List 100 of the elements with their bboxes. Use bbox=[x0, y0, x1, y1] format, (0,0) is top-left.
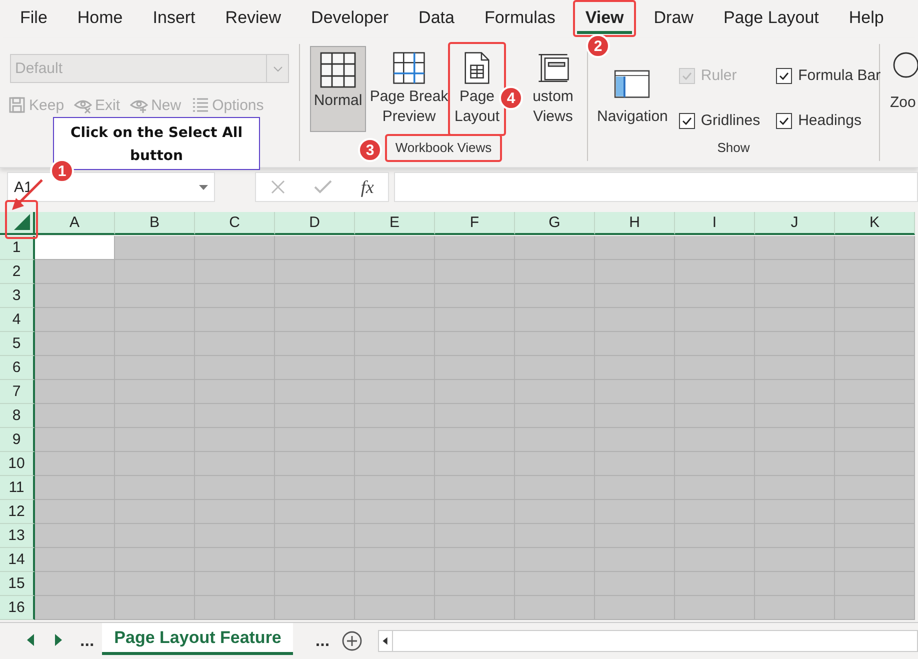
cell[interactable] bbox=[835, 284, 915, 308]
cell[interactable] bbox=[35, 380, 115, 404]
cell[interactable] bbox=[35, 284, 115, 308]
cell[interactable] bbox=[35, 596, 115, 620]
cell[interactable] bbox=[115, 236, 195, 260]
formula-input[interactable] bbox=[394, 172, 918, 202]
column-header[interactable]: H bbox=[595, 212, 675, 235]
cell[interactable] bbox=[195, 596, 275, 620]
column-header[interactable]: D bbox=[275, 212, 355, 235]
column-header[interactable]: J bbox=[755, 212, 835, 235]
cell[interactable] bbox=[115, 596, 195, 620]
view-button[interactable]: Normal bbox=[310, 46, 366, 132]
ribbon-tab[interactable]: Formulas bbox=[476, 3, 564, 34]
sheet-tab[interactable]: Page Layout Feature bbox=[102, 623, 294, 655]
ribbon-tab[interactable]: Developer bbox=[303, 3, 397, 34]
row-header[interactable]: 12 bbox=[0, 500, 35, 524]
cell[interactable] bbox=[195, 236, 275, 260]
column-header[interactable]: B bbox=[115, 212, 195, 235]
checkbox[interactable] bbox=[678, 112, 695, 128]
cell[interactable] bbox=[35, 476, 115, 500]
insert-function-button[interactable]: fx bbox=[360, 176, 374, 198]
cell[interactable] bbox=[35, 524, 115, 548]
check-icon[interactable] bbox=[314, 180, 332, 194]
cell[interactable] bbox=[835, 572, 915, 596]
row-header[interactable]: 7 bbox=[0, 380, 35, 404]
column-header[interactable]: G bbox=[515, 212, 595, 235]
cell[interactable] bbox=[835, 596, 915, 620]
cell[interactable] bbox=[595, 596, 675, 620]
cell[interactable] bbox=[275, 596, 355, 620]
more-sheets-button[interactable]: ... bbox=[307, 631, 338, 651]
cell[interactable] bbox=[755, 596, 835, 620]
column-header[interactable]: F bbox=[435, 212, 515, 235]
cell[interactable] bbox=[675, 236, 755, 260]
cell[interactable] bbox=[835, 476, 915, 500]
row-header[interactable]: 3 bbox=[0, 284, 35, 308]
row-header[interactable]: 16 bbox=[0, 596, 35, 620]
cell[interactable] bbox=[435, 596, 515, 620]
cell[interactable] bbox=[35, 428, 115, 452]
row-header[interactable]: 10 bbox=[0, 452, 35, 476]
cell[interactable] bbox=[35, 308, 115, 332]
cell[interactable] bbox=[835, 452, 915, 476]
ribbon-tab[interactable]: Data bbox=[410, 3, 462, 34]
cell[interactable] bbox=[515, 236, 595, 260]
cell[interactable] bbox=[35, 404, 115, 428]
column-header[interactable]: I bbox=[675, 212, 755, 235]
cell[interactable] bbox=[835, 524, 915, 548]
cell[interactable] bbox=[675, 596, 755, 620]
cell[interactable] bbox=[35, 452, 115, 476]
cell[interactable] bbox=[595, 236, 675, 260]
view-button[interactable]: ustom Views bbox=[524, 46, 582, 132]
select-all-button[interactable] bbox=[0, 212, 35, 235]
cell[interactable] bbox=[835, 380, 915, 404]
ribbon-tab[interactable]: Draw bbox=[646, 3, 702, 34]
cell[interactable] bbox=[835, 332, 915, 356]
row-header[interactable]: 13 bbox=[0, 524, 35, 548]
ribbon-tab[interactable]: Page Layout bbox=[715, 3, 827, 34]
cell[interactable] bbox=[35, 236, 115, 260]
row-header[interactable]: 5 bbox=[0, 332, 35, 356]
cell[interactable] bbox=[835, 308, 915, 332]
column-header[interactable]: E bbox=[355, 212, 435, 235]
column-header[interactable]: A bbox=[35, 212, 115, 235]
cell[interactable] bbox=[35, 356, 115, 380]
cell[interactable] bbox=[835, 236, 915, 260]
row-header[interactable]: 15 bbox=[0, 572, 35, 596]
ribbon-tab[interactable]: Insert bbox=[144, 3, 204, 34]
horizontal-scrollbar[interactable] bbox=[378, 630, 918, 652]
ribbon-tab[interactable]: Home bbox=[69, 3, 131, 34]
column-header[interactable]: C bbox=[195, 212, 275, 235]
scroll-right-button[interactable] bbox=[54, 634, 62, 646]
cell[interactable] bbox=[515, 596, 595, 620]
cell[interactable] bbox=[755, 236, 835, 260]
column-header[interactable]: K bbox=[835, 212, 915, 235]
add-sheet-icon[interactable] bbox=[342, 631, 362, 651]
row-header[interactable]: 4 bbox=[0, 308, 35, 332]
cell[interactable] bbox=[275, 236, 355, 260]
cell[interactable] bbox=[35, 572, 115, 596]
cell[interactable] bbox=[835, 404, 915, 428]
cell[interactable] bbox=[35, 548, 115, 572]
cell[interactable] bbox=[35, 332, 115, 356]
ribbon-tab[interactable]: Help bbox=[840, 3, 892, 34]
row-header[interactable]: 8 bbox=[0, 404, 35, 428]
view-button[interactable]: Page Break Preview bbox=[368, 46, 450, 132]
cell[interactable] bbox=[355, 236, 435, 260]
row-header[interactable]: 2 bbox=[0, 260, 35, 284]
row-header[interactable]: 14 bbox=[0, 548, 35, 572]
cell[interactable] bbox=[435, 236, 515, 260]
cell[interactable] bbox=[835, 548, 915, 572]
ribbon-tab[interactable]: Review bbox=[217, 3, 290, 34]
cell[interactable] bbox=[835, 260, 915, 284]
navigation-button[interactable]: Navigation bbox=[594, 64, 671, 132]
view-button[interactable]: Page Layout bbox=[452, 46, 502, 132]
row-header[interactable]: 9 bbox=[0, 428, 35, 452]
cell[interactable] bbox=[835, 356, 915, 380]
close-icon[interactable] bbox=[270, 179, 286, 195]
checkbox[interactable] bbox=[776, 68, 792, 84]
cell[interactable] bbox=[35, 500, 115, 524]
cell[interactable] bbox=[835, 428, 915, 452]
ribbon-tab[interactable]: File bbox=[12, 3, 56, 34]
cell[interactable] bbox=[115, 260, 195, 284]
scroll-left-button[interactable] bbox=[26, 634, 34, 646]
